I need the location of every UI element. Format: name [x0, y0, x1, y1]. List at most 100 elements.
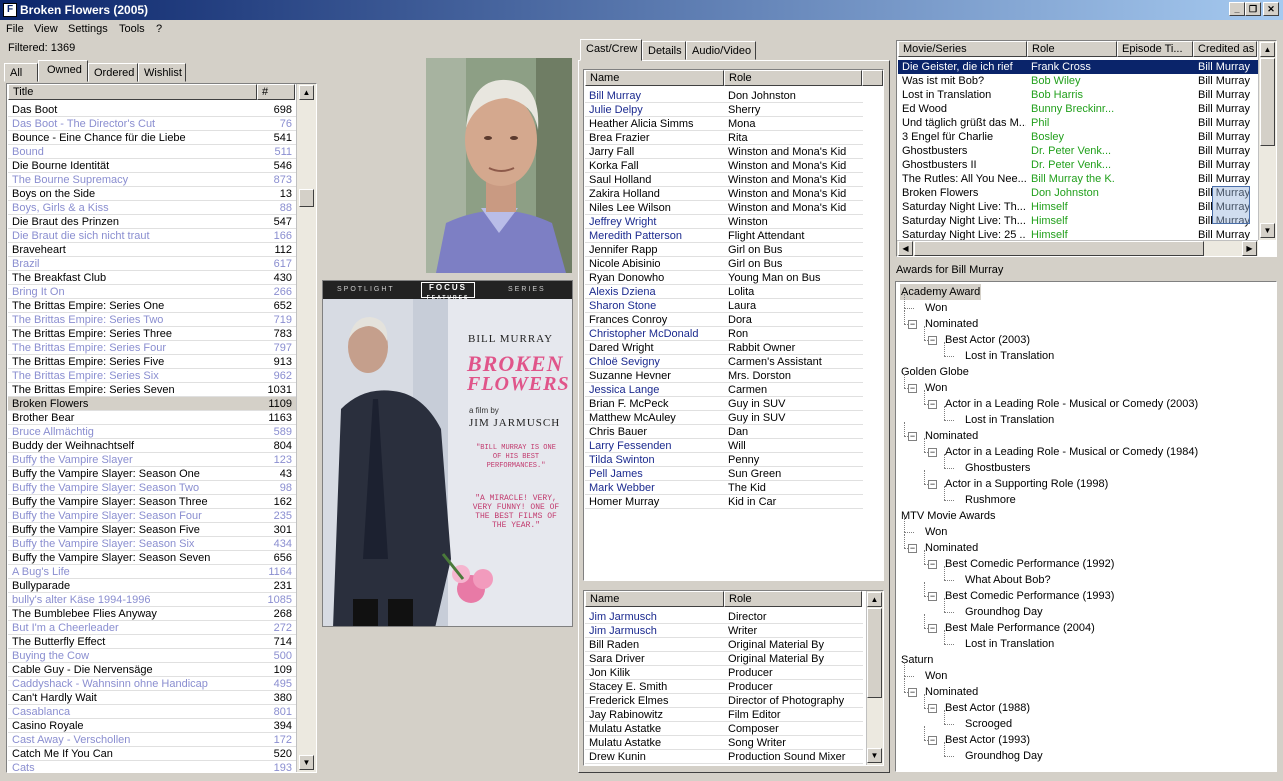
crew-header-role[interactable]: Role — [724, 591, 862, 607]
cast-row[interactable]: Tilda Swinton Penny — [585, 453, 863, 467]
filmography-list[interactable]: Movie/Series Role Episode Ti... Credited… — [896, 40, 1277, 257]
cast-name[interactable]: Julie Delpy — [589, 103, 723, 117]
film-role[interactable]: Don Johnston — [1031, 186, 1119, 200]
award-tree-node[interactable]: MTV Movie Awards — [896, 508, 1276, 524]
table-row[interactable]: Cast Away - Verschollen 172 — [8, 733, 296, 747]
tab-all[interactable]: All — [4, 63, 38, 82]
crew-scroll-up-button[interactable]: ▲ — [867, 592, 882, 607]
table-row[interactable]: Casino Royale 394 — [8, 719, 296, 733]
cast-row[interactable]: Zakira Holland Winston and Mona's Kid — [585, 187, 863, 201]
collapse-icon[interactable]: − — [908, 432, 917, 441]
movie-list[interactable]: Title # Das Boot 698 Das Boot - The Direct… — [6, 83, 317, 773]
crew-row[interactable]: Jay Rabinowitz Film Editor — [585, 708, 863, 722]
collapse-icon[interactable]: − — [908, 544, 917, 553]
table-row[interactable]: Brother Bear 1163 — [8, 411, 296, 425]
crew-scroll-thumb[interactable] — [867, 608, 882, 698]
filmography-row[interactable]: Broken Flowers Don Johnston Bill Murray — [898, 186, 1258, 200]
cast-row[interactable]: Korka Fall Winston and Mona's Kid — [585, 159, 863, 173]
filmography-row[interactable]: Saturday Night Live: Th... Himself Bill Mu… — [898, 200, 1258, 214]
film-role[interactable]: Dr. Peter Venk... — [1031, 158, 1119, 172]
crew-row[interactable]: Mulatu Astatke Composer — [585, 722, 863, 736]
crew-row[interactable]: Jim Jarmusch Director — [585, 610, 863, 624]
tab-cast-crew[interactable]: Cast/Crew — [580, 39, 642, 61]
film-role[interactable]: Dr. Peter Venk... — [1031, 144, 1119, 158]
tab-audio-video[interactable]: Audio/Video — [686, 41, 756, 60]
table-row[interactable]: Buffy the Vampire Slayer: Season Four 235 — [8, 509, 296, 523]
award-tree-node[interactable]: Groundhog Day — [896, 742, 1276, 764]
award-tree-node[interactable]: − Best Actor (1988) — [896, 694, 1276, 716]
award-tree-node[interactable]: Lost in Translation — [896, 630, 1276, 652]
table-row[interactable]: Bounce - Eine Chance für die Liebe 541 — [8, 131, 296, 145]
table-row[interactable]: The Brittas Empire: Series One 652 — [8, 299, 296, 313]
menu-settings[interactable]: Settings — [68, 23, 108, 35]
cast-row[interactable]: Frances Conroy Dora — [585, 313, 863, 327]
menu-help[interactable]: ? — [156, 23, 162, 35]
film-scroll-left-button[interactable]: ◀ — [898, 241, 913, 256]
collapse-icon[interactable]: − — [928, 400, 937, 409]
table-row[interactable]: Das Boot 698 — [8, 103, 296, 117]
cast-name[interactable]: Pell James — [589, 467, 723, 481]
award-tree-node[interactable]: Won — [896, 518, 1276, 540]
film-header-credited[interactable]: Credited as — [1193, 41, 1257, 57]
cast-row[interactable]: Heather Alicia Simms Mona — [585, 117, 863, 131]
film-role[interactable]: Bosley — [1031, 130, 1119, 144]
table-row[interactable]: Buddy der Weihnachtself 804 — [8, 439, 296, 453]
cast-row[interactable]: Nicole Abisinio Girl on Bus — [585, 257, 863, 271]
filmography-row[interactable]: Ed Wood Bunny Breckinr... Bill Murray — [898, 102, 1258, 116]
minimize-button[interactable]: _ — [1229, 2, 1245, 16]
table-row[interactable]: The Bumblebee Flies Anyway 268 — [8, 607, 296, 621]
cast-row[interactable]: Jarry Fall Winston and Mona's Kid — [585, 145, 863, 159]
scroll-down-button[interactable]: ▼ — [299, 755, 314, 770]
film-header-movie[interactable]: Movie/Series — [898, 41, 1027, 57]
crew-row[interactable]: Sara Driver Original Material By — [585, 652, 863, 666]
award-tree-node[interactable]: − Nominated — [896, 534, 1276, 556]
table-row[interactable]: Bring It On 266 — [8, 285, 296, 299]
crew-header-name[interactable]: Name — [585, 591, 724, 607]
film-header-role[interactable]: Role — [1027, 41, 1117, 57]
award-tree-node[interactable]: − Actor in a Supporting Role (1998) — [896, 470, 1276, 492]
film-scroll-thumb[interactable] — [1260, 58, 1275, 146]
award-tree-node[interactable]: − Actor in a Leading Role - Musical or Co… — [896, 390, 1276, 412]
film-header-episode[interactable]: Episode Ti... — [1117, 41, 1193, 57]
column-header-number[interactable]: # — [257, 84, 295, 100]
award-tree-node[interactable]: Won — [896, 662, 1276, 684]
cast-row[interactable]: Jeffrey Wright Winston — [585, 215, 863, 229]
table-row[interactable]: The Brittas Empire: Series Six 962 — [8, 369, 296, 383]
cast-name[interactable]: Tilda Swinton — [589, 453, 723, 467]
table-row[interactable]: But I'm a Cheerleader 272 — [8, 621, 296, 635]
table-row[interactable]: The Breakfast Club 430 — [8, 271, 296, 285]
cast-row[interactable]: Larry Fessenden Will — [585, 439, 863, 453]
table-row[interactable]: Caddyshack - Wahnsinn ohne Handicap 495 — [8, 677, 296, 691]
filmography-row[interactable]: Saturday Night Live: Th... Himself Bill Mu… — [898, 214, 1258, 228]
award-tree-node[interactable]: − Best Comedic Performance (1992) — [896, 550, 1276, 572]
cast-list[interactable]: Name Role Bill Murray Don Johnston Julie D… — [583, 69, 884, 581]
table-row[interactable]: Buffy the Vampire Slayer: Season Seven 65… — [8, 551, 296, 565]
collapse-icon[interactable]: − — [908, 320, 917, 329]
collapse-icon[interactable]: − — [928, 592, 937, 601]
table-row[interactable]: The Butterfly Effect 714 — [8, 635, 296, 649]
table-row[interactable]: Buffy the Vampire Slayer: Season One 43 — [8, 467, 296, 481]
filmography-vscroll[interactable]: ▲ ▼ — [1258, 41, 1276, 240]
crew-row[interactable]: Stacey E. Smith Producer — [585, 680, 863, 694]
crew-row[interactable]: Jim Jarmusch Writer — [585, 624, 863, 638]
cast-row[interactable]: Brea Frazier Rita — [585, 131, 863, 145]
tab-details[interactable]: Details — [642, 41, 686, 60]
crew-row[interactable]: Jon Kilik Producer — [585, 666, 863, 680]
crew-row[interactable]: Drew Kunin Production Sound Mixer — [585, 750, 863, 764]
table-row[interactable]: Die Bourne Identität 546 — [8, 159, 296, 173]
tab-owned[interactable]: Owned — [38, 60, 88, 82]
filmography-row[interactable]: Lost in Translation Bob Harris Bill Murray — [898, 88, 1258, 102]
film-hscroll-thumb[interactable] — [914, 241, 1204, 256]
award-tree-node[interactable]: − Won — [896, 374, 1276, 396]
film-scroll-up-button[interactable]: ▲ — [1260, 42, 1275, 57]
film-role[interactable]: Phil — [1031, 116, 1119, 130]
filmography-row[interactable]: 3 Engel für Charlie Bosley Bill Murray — [898, 130, 1258, 144]
crew-list-scrollbar[interactable]: ▲ ▼ — [866, 591, 883, 765]
table-row[interactable]: Broken Flowers 1109 — [8, 397, 296, 411]
collapse-icon[interactable]: − — [928, 736, 937, 745]
cast-row[interactable]: Sharon Stone Laura — [585, 299, 863, 313]
cast-row[interactable]: Saul Holland Winston and Mona's Kid — [585, 173, 863, 187]
award-tree-node[interactable]: Scrooged — [896, 710, 1276, 732]
table-row[interactable]: The Brittas Empire: Series Five 913 — [8, 355, 296, 369]
crew-row[interactable]: Frederick Elmes Director of Photography — [585, 694, 863, 708]
